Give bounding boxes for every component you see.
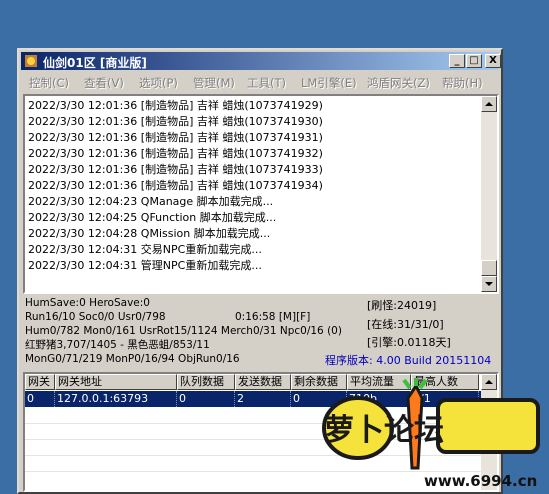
log-line: 2022/3/30 12:04:31 交易NPC重新加载完成... xyxy=(28,243,262,256)
col-header-address[interactable]: 网关地址 xyxy=(55,374,177,390)
menu-gateway[interactable]: 鸿盾网关(Z) xyxy=(367,75,430,91)
menu-lm-engine[interactable]: LM引擎(E) xyxy=(301,75,357,91)
app-icon xyxy=(25,55,37,67)
minimize-button[interactable]: _ xyxy=(449,54,465,68)
menu-bar: 控制(C) 查看(V) 选项(P) 管理(M) 工具(T) LM引擎(E) 鸿盾… xyxy=(21,72,499,92)
log-line: 2022/3/30 12:04:31 管理NPC重新加载完成... xyxy=(28,259,262,272)
watermark-url: www.6994.cn xyxy=(424,472,537,490)
log-scrollbar[interactable] xyxy=(481,96,497,292)
log-line: 2022/3/30 12:04:23 QManage 脚本加载完成... xyxy=(28,195,274,208)
scroll-up-button[interactable] xyxy=(481,96,497,112)
cell-sent: 2 xyxy=(235,391,291,407)
col-header-sent[interactable]: 发送数据 xyxy=(235,374,291,390)
status-run: Run16/10 Soc0/0 Usr0/798 xyxy=(25,311,166,323)
refresh-counter: [刷怪:24019] xyxy=(367,299,437,312)
arrow-up-icon xyxy=(485,102,493,106)
log-line: 2022/3/30 12:01:36 [制造物品] 吉祥 蜡烛(10737419… xyxy=(28,115,323,128)
log-line: 2022/3/30 12:01:36 [制造物品] 吉祥 蜡烛(10737419… xyxy=(28,131,323,144)
watermark-title: 萝卜论坛 xyxy=(324,413,444,448)
log-panel[interactable]: 2022/3/30 12:01:36 [制造物品] 吉祥 蜡烛(10737419… xyxy=(23,94,499,294)
status-panel: HumSave:0 HeroSave:0 Run16/10 Soc0/0 Usr… xyxy=(23,296,499,370)
engine-uptime: [引擎:0.0118天] xyxy=(367,336,451,349)
col-header-gateway[interactable]: 网关 xyxy=(25,374,55,390)
log-line: 2022/3/30 12:01:36 [制造物品] 吉祥 蜡烛(10737419… xyxy=(28,99,323,112)
log-line: 2022/3/30 12:01:36 [制造物品] 吉祥 蜡烛(10737419… xyxy=(28,163,323,176)
status-mon-gen: MonG0/71/219 MonP0/16/94 ObjRun0/16 xyxy=(25,353,240,365)
title-bar[interactable]: 仙剑01区 [商业版] _ □ X xyxy=(21,52,501,70)
col-header-queue[interactable]: 队列数据 xyxy=(177,374,235,390)
status-save: HumSave:0 HeroSave:0 xyxy=(25,297,150,309)
menu-help[interactable]: 帮助(H) xyxy=(442,75,483,91)
status-hum: Hum0/782 Mon0/161 UsrRot15/1124 Merch0/3… xyxy=(25,325,342,337)
cell-queue: 0 xyxy=(177,391,235,407)
cell-gateway: 0 xyxy=(25,391,55,407)
maximize-button[interactable]: □ xyxy=(466,54,482,68)
log-line: 2022/3/30 12:01:36 [制造物品] 吉祥 蜡烛(10737419… xyxy=(28,179,323,192)
log-line: 2022/3/30 12:01:36 [制造物品] 吉祥 蜡烛(10737419… xyxy=(28,147,323,160)
log-line: 2022/3/30 12:04:28 QMission 脚本加载完成... xyxy=(28,227,271,240)
version-label: 程序版本: 4.00 Build 20151104 xyxy=(325,354,492,367)
cell-address: 127.0.0.1:63793 xyxy=(55,391,177,407)
menu-manage[interactable]: 管理(M) xyxy=(193,75,235,91)
close-button[interactable]: X xyxy=(485,54,501,68)
log-line: 2022/3/30 12:04:25 QFunction 脚本加载完成... xyxy=(28,211,277,224)
scroll-down-button[interactable] xyxy=(481,276,497,292)
status-monster: 红野猪3,707/1405 - 黑色恶蛆/853/11 xyxy=(25,339,210,351)
menu-control[interactable]: 控制(C) xyxy=(29,75,69,91)
menu-view[interactable]: 查看(V) xyxy=(84,75,124,91)
window-title: 仙剑01区 [商业版] xyxy=(43,56,147,70)
arrow-down-icon xyxy=(485,282,493,286)
scroll-thumb[interactable] xyxy=(481,260,497,276)
online-counter: [在线:31/31/0] xyxy=(367,318,444,331)
watermark-banner xyxy=(436,398,540,454)
menu-tools[interactable]: 工具(T) xyxy=(247,75,286,91)
menu-options[interactable]: 选项(P) xyxy=(139,75,178,91)
status-timer: 0:16:58 [M][F] xyxy=(235,311,311,323)
watermark-logo: 萝卜论坛 www.6994.cn xyxy=(322,378,540,490)
